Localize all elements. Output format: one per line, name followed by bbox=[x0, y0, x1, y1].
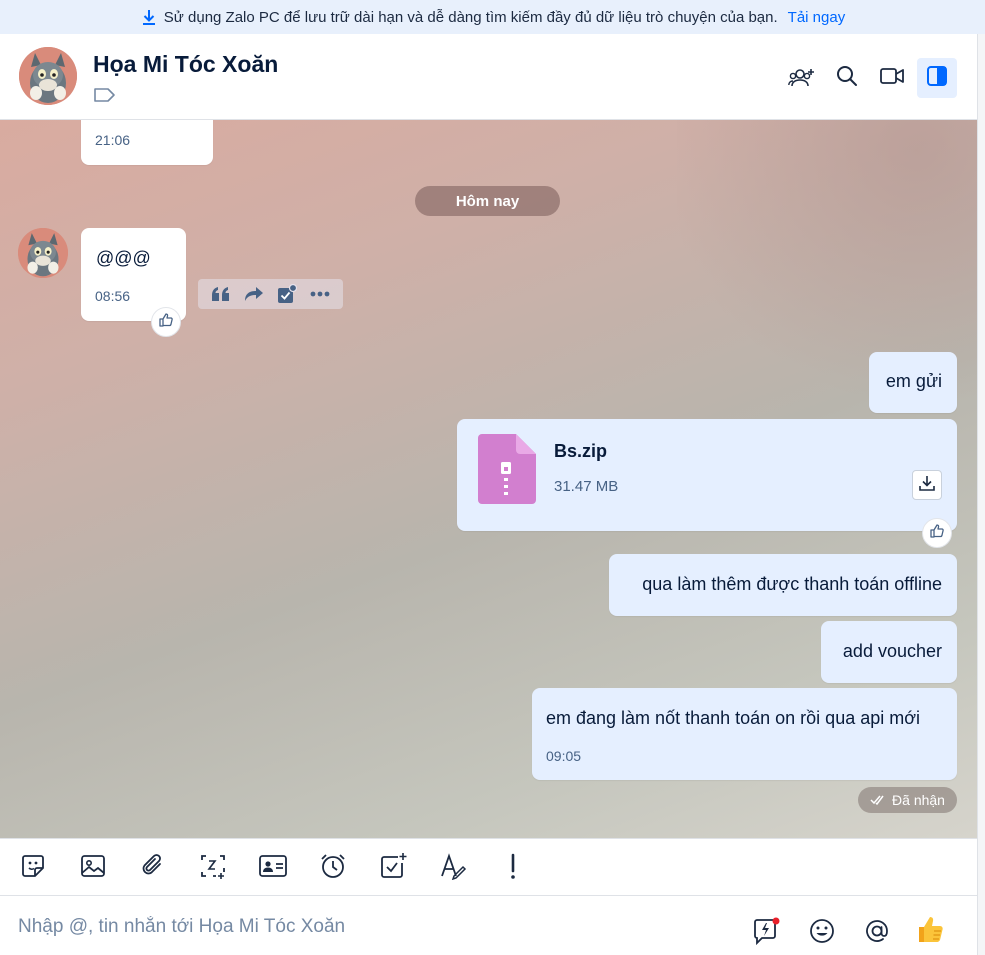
download-now-link[interactable]: Tải ngay bbox=[788, 9, 846, 26]
thumbs-up-icon bbox=[915, 913, 947, 950]
date-divider: Hôm nay bbox=[415, 186, 560, 216]
text-format-icon bbox=[439, 852, 467, 885]
react-like-button[interactable] bbox=[151, 307, 181, 337]
side-panel-icon bbox=[926, 65, 948, 92]
toggle-info-panel-button[interactable] bbox=[917, 58, 957, 98]
outgoing-message-bubble[interactable]: qua làm thêm được thanh toán offline bbox=[609, 554, 957, 616]
banner-text: Sử dụng Zalo PC để lưu trữ dài hạn và dễ… bbox=[163, 8, 778, 26]
add-to-group-button[interactable] bbox=[782, 58, 822, 98]
video-call-button[interactable] bbox=[872, 58, 912, 98]
label-tag-icon[interactable] bbox=[93, 86, 117, 104]
assign-task-button[interactable] bbox=[376, 851, 410, 885]
screenshot-button[interactable] bbox=[196, 851, 230, 885]
lightning-chat-icon bbox=[751, 916, 781, 951]
message-input[interactable] bbox=[18, 913, 718, 941]
quick-message-button[interactable] bbox=[750, 917, 782, 949]
contact-name[interactable]: Họa Mi Tóc Xoăn bbox=[93, 51, 278, 78]
paperclip-icon bbox=[139, 852, 167, 885]
message-time: 08:56 bbox=[95, 288, 131, 304]
search-button[interactable] bbox=[827, 58, 867, 98]
thumbs-up-icon bbox=[929, 523, 945, 544]
message-text: qua làm thêm được thanh toán offline bbox=[642, 574, 942, 594]
message-text: em đang làm nốt thanh toán on rồi qua ap… bbox=[546, 708, 921, 728]
send-image-button[interactable] bbox=[76, 851, 110, 885]
delivery-status-badge: Đã nhận bbox=[858, 787, 957, 813]
text-format-button[interactable] bbox=[436, 851, 470, 885]
message-actions-bar bbox=[198, 279, 343, 309]
mark-urgent-button[interactable] bbox=[496, 851, 530, 885]
attach-file-button[interactable] bbox=[136, 851, 170, 885]
message-time: 09:05 bbox=[546, 748, 582, 764]
react-like-button[interactable] bbox=[922, 518, 952, 548]
mention-button[interactable] bbox=[861, 917, 893, 949]
chat-header: Họa Mi Tóc Xoăn bbox=[0, 34, 977, 120]
download-icon bbox=[140, 8, 158, 26]
search-icon bbox=[835, 64, 859, 93]
outgoing-message-bubble[interactable]: em đang làm nốt thanh toán on rồi qua ap… bbox=[532, 688, 957, 780]
message-text: add voucher bbox=[842, 641, 942, 661]
message-composer bbox=[0, 896, 977, 955]
task-check-icon bbox=[379, 852, 407, 885]
file-size: 31.47 MB bbox=[554, 478, 619, 495]
previous-message-bubble[interactable]: 21:06 bbox=[81, 120, 213, 165]
exclamation-icon bbox=[508, 852, 518, 885]
contact-card-icon bbox=[258, 852, 288, 885]
alarm-clock-icon bbox=[319, 852, 347, 885]
download-app-banner: Sử dụng Zalo PC để lưu trữ dài hạn và dễ… bbox=[0, 0, 985, 34]
sticker-icon bbox=[19, 852, 47, 885]
smiley-icon bbox=[808, 917, 836, 950]
message-time: 21:06 bbox=[95, 132, 131, 148]
contact-avatar[interactable] bbox=[19, 47, 77, 105]
send-like-button[interactable] bbox=[915, 915, 947, 947]
quote-reply-button[interactable] bbox=[209, 282, 233, 306]
message-text: @@@ bbox=[96, 248, 151, 268]
create-task-button[interactable] bbox=[275, 282, 299, 306]
composer-toolbar bbox=[0, 838, 977, 896]
download-file-button[interactable] bbox=[912, 470, 942, 500]
more-options-button[interactable] bbox=[308, 282, 332, 306]
delivery-status-text: Đã nhận bbox=[892, 792, 945, 808]
screenshot-icon bbox=[199, 852, 227, 885]
zip-file-icon bbox=[478, 434, 536, 504]
image-icon bbox=[79, 852, 107, 885]
emoji-button[interactable] bbox=[806, 917, 838, 949]
window-edge-scrollbar bbox=[977, 34, 985, 955]
outgoing-message-bubble[interactable]: em gửi bbox=[869, 352, 957, 413]
video-camera-icon bbox=[879, 66, 905, 91]
send-contact-card-button[interactable] bbox=[256, 851, 290, 885]
reminder-button[interactable] bbox=[316, 851, 350, 885]
message-text: em gửi bbox=[885, 371, 942, 391]
thumbs-up-icon bbox=[158, 312, 174, 333]
message-list[interactable]: 21:06 Hôm nay @@@ 08:56 em gửi Bs.zip 31… bbox=[0, 120, 977, 838]
forward-button[interactable] bbox=[242, 282, 266, 306]
download-icon bbox=[918, 474, 936, 497]
sender-avatar[interactable] bbox=[18, 228, 68, 278]
double-check-icon bbox=[870, 792, 886, 808]
sticker-button[interactable] bbox=[16, 851, 50, 885]
at-sign-icon bbox=[863, 917, 891, 950]
file-name[interactable]: Bs.zip bbox=[554, 441, 607, 462]
file-message-bubble[interactable]: Bs.zip 31.47 MB bbox=[457, 419, 957, 531]
outgoing-message-bubble[interactable]: add voucher bbox=[821, 621, 957, 683]
